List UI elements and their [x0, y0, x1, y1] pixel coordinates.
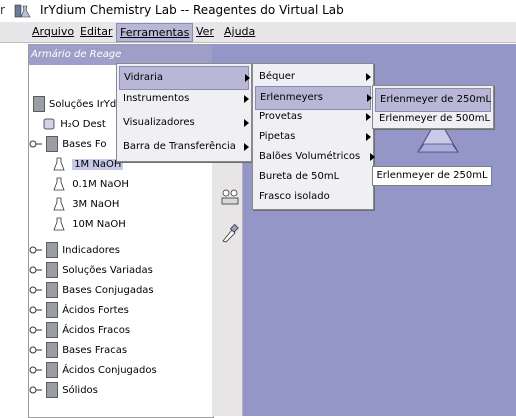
menu-arquivo[interactable]: Arquivo — [28, 25, 78, 38]
submenu-arrow-icon — [370, 153, 375, 161]
submenu-arrow-icon — [245, 74, 250, 82]
vidraria-submenu: Béquer Erlenmeyers Provetas Pipetas Balõ… — [252, 63, 375, 210]
tree-toggle-icon[interactable] — [29, 384, 43, 396]
tree-item-solutions-root[interactable]: Soluções IrYd — [33, 95, 116, 115]
tree-item-group[interactable]: Indicadores — [29, 241, 120, 261]
menu-editar[interactable]: Editar — [76, 25, 117, 38]
tree-item-group[interactable]: Sólidos — [29, 381, 98, 401]
tree-toggle-icon[interactable] — [29, 304, 43, 316]
book-icon — [46, 242, 59, 258]
book-icon — [46, 136, 59, 152]
dropper-tool-icon[interactable] — [220, 222, 240, 244]
menu-ferramentas[interactable]: Ferramentas — [116, 23, 194, 42]
tree-item-1m-naoh[interactable]: 1M NaOH — [53, 155, 124, 175]
submenu-arrow-icon — [244, 143, 249, 151]
book-icon — [46, 302, 59, 318]
balance-tool-icon[interactable] — [220, 186, 240, 206]
erlenmeyers-submenu: Erlenmeyer de 250mL Erlenmeyer de 500mL — [372, 85, 494, 129]
submenu-arrow-icon — [366, 73, 371, 81]
tree-item-group[interactable]: Bases Conjugadas — [29, 281, 154, 301]
flask-icon — [53, 157, 65, 171]
tree-item-h2o[interactable]: H₂O Dest — [43, 115, 106, 135]
book-icon — [46, 362, 59, 378]
window-edge-glyph: r — [0, 3, 5, 17]
menu-item-barra-transferencia[interactable]: Barra de Transferência — [119, 136, 249, 158]
flask-icon — [53, 177, 65, 191]
book-icon — [46, 282, 59, 298]
tree-item-10m-naoh[interactable]: 10M NaOH — [53, 215, 126, 235]
menu-ver[interactable]: Ver — [192, 25, 218, 38]
book-icon — [46, 342, 59, 358]
cabinet-header: Armário de Reage — [29, 45, 213, 65]
submenu-arrow-icon — [244, 95, 249, 103]
submenu-arrow-icon — [244, 119, 249, 127]
tree-item-group[interactable]: Soluções Variadas — [29, 261, 153, 281]
bottle-icon — [43, 118, 55, 130]
tree-item-group[interactable]: Ácidos Fracos — [29, 321, 130, 341]
menu-item-visualizadores[interactable]: Visualizadores — [119, 112, 249, 134]
title-bar: r IrYdium Chemistry Lab -- Reagentes do … — [0, 0, 516, 22]
submenu-arrow-icon — [366, 113, 371, 121]
tool-strip — [212, 138, 243, 416]
flask-tooltip: Erlenmeyer de 250mL — [372, 166, 492, 186]
tree-toggle-icon[interactable] — [29, 344, 43, 356]
tree-toggle-icon[interactable] — [29, 364, 43, 376]
book-icon — [46, 322, 59, 338]
menu-item-bureta[interactable]: Bureta de 50mL — [255, 166, 369, 188]
menu-item-erlenmeyer-500ml[interactable]: Erlenmeyer de 500mL — [375, 108, 490, 130]
app-flask-icon — [14, 4, 31, 18]
tree-item-01m-naoh[interactable]: 0.1M NaOH — [53, 175, 129, 195]
tree-item-group[interactable]: Ácidos Fortes — [29, 301, 129, 321]
tree-toggle-icon[interactable] — [29, 138, 43, 150]
ferramentas-dropdown: Vidraria Instrumentos Visualizadores Bar… — [116, 63, 252, 162]
flask-icon — [53, 217, 65, 231]
menu-item-pipetas[interactable]: Pipetas — [255, 126, 371, 148]
tree-item-group[interactable]: Bases Fracas — [29, 341, 127, 361]
submenu-arrow-icon — [366, 133, 371, 141]
book-icon — [33, 96, 45, 112]
tree-item-bases-fortes[interactable]: Bases Fo — [29, 135, 106, 155]
tree-item-3m-naoh[interactable]: 3M NaOH — [53, 195, 119, 215]
menu-item-baloes[interactable]: Balões Volumétricos — [255, 146, 375, 168]
menu-bar: Arquivo Editar Ferramentas Ver Ajuda — [0, 22, 516, 43]
book-icon — [46, 382, 59, 398]
flask-icon — [53, 197, 65, 211]
menu-item-bequer[interactable]: Béquer — [255, 66, 371, 88]
tree-toggle-icon[interactable] — [29, 264, 43, 276]
menu-item-vidraria[interactable]: Vidraria — [119, 66, 250, 90]
book-icon — [46, 262, 59, 278]
menu-item-frasco-isolado[interactable]: Frasco isolado — [255, 186, 369, 208]
tree-toggle-icon[interactable] — [29, 284, 43, 296]
menu-item-provetas[interactable]: Provetas — [255, 106, 371, 128]
tree-item-group[interactable]: Ácidos Conjugados — [29, 361, 157, 381]
cabinet-header-label: Armário de Reage — [31, 49, 122, 60]
window-title: IrYdium Chemistry Lab -- Reagentes do Vi… — [40, 3, 344, 17]
tree-toggle-icon[interactable] — [29, 324, 43, 336]
tree-toggle-icon[interactable] — [29, 244, 43, 256]
menu-ajuda[interactable]: Ajuda — [220, 25, 259, 38]
menu-item-instrumentos[interactable]: Instrumentos — [119, 88, 249, 110]
